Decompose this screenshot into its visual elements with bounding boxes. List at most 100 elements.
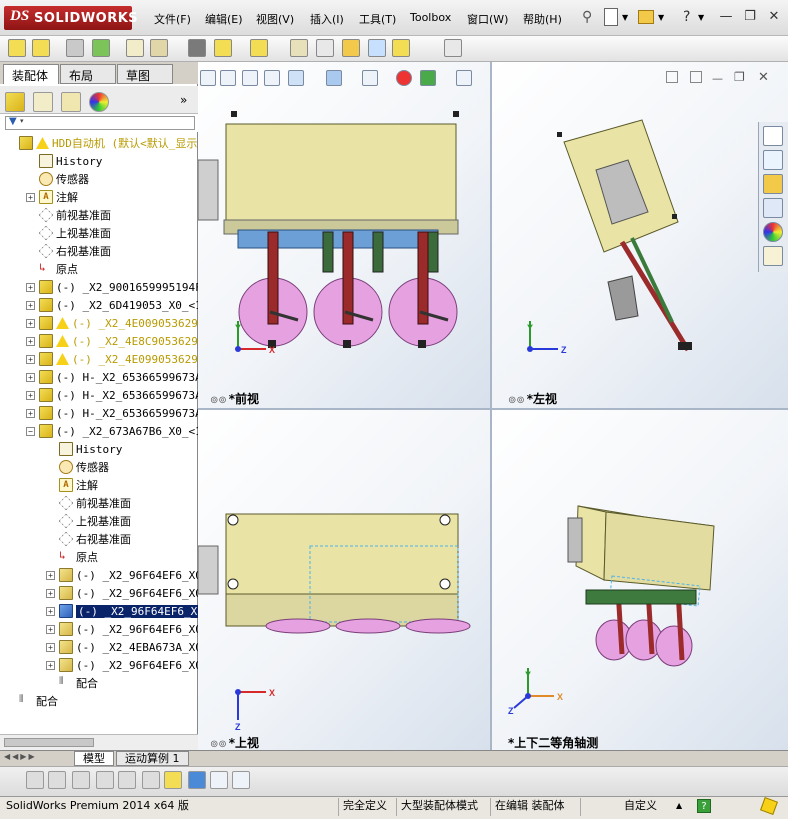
tree-node[interactable]: 右视基准面 <box>0 530 198 548</box>
section-view-icon[interactable] <box>264 70 280 86</box>
menu-item-2[interactable]: 视图(V) <box>256 11 294 27</box>
tree-node[interactable]: + (-) _X2_4E8C90536298SF2 <box>0 332 198 350</box>
open-folder-icon[interactable] <box>638 10 654 24</box>
expand-node-icon[interactable]: + <box>26 282 35 292</box>
tree-node[interactable]: 上视基准面 <box>0 224 198 242</box>
menu-item-4[interactable]: 工具(T) <box>359 11 396 27</box>
expand-node-icon[interactable]: + <box>26 192 35 202</box>
view-orientation-icon[interactable] <box>288 70 304 86</box>
interference-detection-icon[interactable] <box>368 39 386 57</box>
tree-node[interactable]: + (-) H-_X2_65366599673A678 <box>0 404 198 422</box>
isometric-view-model[interactable]: X Y Z <box>492 410 788 750</box>
tree-node[interactable]: + A 注解 <box>0 188 198 206</box>
menu-item-3[interactable]: 插入(I) <box>310 11 344 27</box>
menu-item-1[interactable]: 编辑(E) <box>205 11 243 27</box>
left-view-model[interactable]: ZY <box>492 62 788 408</box>
tree-node[interactable]: A 注解 <box>0 476 198 494</box>
four-view-icon[interactable] <box>232 771 250 789</box>
collapse-node-icon[interactable]: − <box>26 426 35 436</box>
expand-node-icon[interactable]: + <box>26 336 35 346</box>
display-style-icon[interactable] <box>118 771 136 789</box>
expand-node-icon[interactable]: + <box>26 408 35 418</box>
tree-node[interactable]: + (-) _X2_4EBA673A_X0_<1 <box>0 638 198 656</box>
linear-pattern-icon[interactable] <box>66 39 84 57</box>
open-dropdown-icon[interactable]: ▼ <box>658 13 664 22</box>
tree-node[interactable]: 右视基准面 <box>0 242 198 260</box>
view-settings-icon[interactable] <box>210 771 228 789</box>
explode-line-sketch-icon[interactable] <box>342 39 360 57</box>
tree-node[interactable]: 前视基准面 <box>0 206 198 224</box>
mate-icon[interactable] <box>32 39 50 57</box>
tree-horizontal-scrollbar[interactable] <box>0 734 198 750</box>
expand-node-icon[interactable]: + <box>46 624 55 634</box>
tree-filter-input[interactable]: ▼ ▾ <box>5 116 195 130</box>
expand-node-icon[interactable]: + <box>46 642 55 652</box>
assembly-features-icon[interactable] <box>188 39 206 57</box>
expand-node-icon[interactable]: + <box>46 606 55 616</box>
tree-node[interactable]: − (-) _X2_673A67B6_X0_<1> ( <box>0 422 198 440</box>
show-hidden-icon[interactable] <box>150 39 168 57</box>
tree-node[interactable]: + (-) _X2_6D419053_X0_<1> ( <box>0 296 198 314</box>
configuration-manager-icon[interactable] <box>61 92 81 112</box>
exploded-view-icon[interactable] <box>316 39 334 57</box>
tree-node[interactable]: + (-) H-_X2_65366599673A678 <box>0 368 198 386</box>
solidworks-logo[interactable]: DS SOLIDWORKS <box>4 6 138 30</box>
hide-show-icon[interactable] <box>142 771 160 789</box>
previous-view-icon[interactable] <box>48 771 66 789</box>
tab-layout[interactable]: 布局 <box>60 64 116 84</box>
view-orientation-icon[interactable] <box>96 771 114 789</box>
zoom-area-icon[interactable] <box>220 70 236 86</box>
bill-of-materials-icon[interactable] <box>290 39 308 57</box>
expand-node-icon[interactable]: + <box>46 570 55 580</box>
edit-appearance-icon[interactable] <box>164 771 182 789</box>
smart-fasteners-icon[interactable] <box>92 39 110 57</box>
zoom-fit-icon[interactable] <box>26 771 44 789</box>
instant3d-icon[interactable] <box>444 39 462 57</box>
close-window-icon[interactable]: ✕ <box>764 8 784 26</box>
menu-item-5[interactable]: Toolbox <box>410 11 451 24</box>
insert-component-icon[interactable] <box>8 39 26 57</box>
expand-node-icon[interactable]: + <box>46 588 55 598</box>
top-view-model[interactable]: XZ <box>198 410 490 750</box>
units-custom[interactable]: 自定义 <box>620 798 661 816</box>
scroll-thumb[interactable] <box>4 738 94 747</box>
tree-node[interactable]: + (-) _X2_96F64EF6_X0_14 <box>0 602 198 620</box>
units-menu-arrow-icon[interactable]: ▲ <box>676 801 682 810</box>
tree-node[interactable]: History <box>0 152 198 170</box>
tree-node[interactable]: History <box>0 440 198 458</box>
tree-node[interactable]: + (-) _X2_96F64EF6_X0_15< <box>0 566 198 584</box>
section-view-icon[interactable] <box>72 771 90 789</box>
hide-show-items-icon[interactable] <box>362 70 378 86</box>
expand-node-icon[interactable]: + <box>46 660 55 670</box>
edit-appearance-icon[interactable] <box>396 70 412 86</box>
tab-assembly[interactable]: 装配体 <box>3 64 59 84</box>
tree-node[interactable]: + (-) _X2_4E0090536298SF2 <box>0 314 198 332</box>
new-motion-study-icon[interactable] <box>250 39 268 57</box>
minimize-window-icon[interactable]: — <box>716 8 736 26</box>
expand-node-icon[interactable]: + <box>26 318 35 328</box>
tree-node[interactable]: 上视基准面 <box>0 512 198 530</box>
tree-node[interactable]: ⦀ 配合 <box>0 692 198 710</box>
previous-view-icon[interactable] <box>242 70 258 86</box>
tree-node[interactable]: + (-) _X2_4E0990536298SF2 <box>0 350 198 368</box>
new-document-icon[interactable] <box>604 8 618 26</box>
restore-window-icon[interactable]: ❐ <box>740 8 760 26</box>
zoom-to-fit-icon[interactable] <box>200 70 216 86</box>
expand-node-icon[interactable]: + <box>26 390 35 400</box>
clearance-verification-icon[interactable] <box>392 39 410 57</box>
menu-item-0[interactable]: 文件(F) <box>154 11 191 27</box>
tab-sketch[interactable]: 草图 <box>117 64 173 84</box>
tree-node[interactable]: 传感器 <box>0 458 198 476</box>
tab-scroll-arrows-icon[interactable]: ◀◀▶▶ <box>4 752 37 761</box>
expand-node-icon[interactable]: + <box>26 372 35 382</box>
tree-node[interactable]: ⦀ 配合 <box>0 674 198 692</box>
tab-motion-study[interactable]: 运动算例 1 <box>116 751 189 766</box>
tree-node[interactable]: + (-) _X2_96F64EF6_X0_16< <box>0 620 198 638</box>
status-help-icon[interactable]: ? <box>697 799 711 813</box>
feature-manager-icon[interactable] <box>5 92 25 112</box>
apply-scene-icon[interactable] <box>188 771 206 789</box>
display-style-icon[interactable] <box>326 70 342 86</box>
tree-node[interactable]: + (-) _X2_96F64EF6_X0_16< <box>0 656 198 674</box>
tree-node[interactable]: 传感器 <box>0 170 198 188</box>
front-view-model[interactable]: XY <box>198 62 490 408</box>
